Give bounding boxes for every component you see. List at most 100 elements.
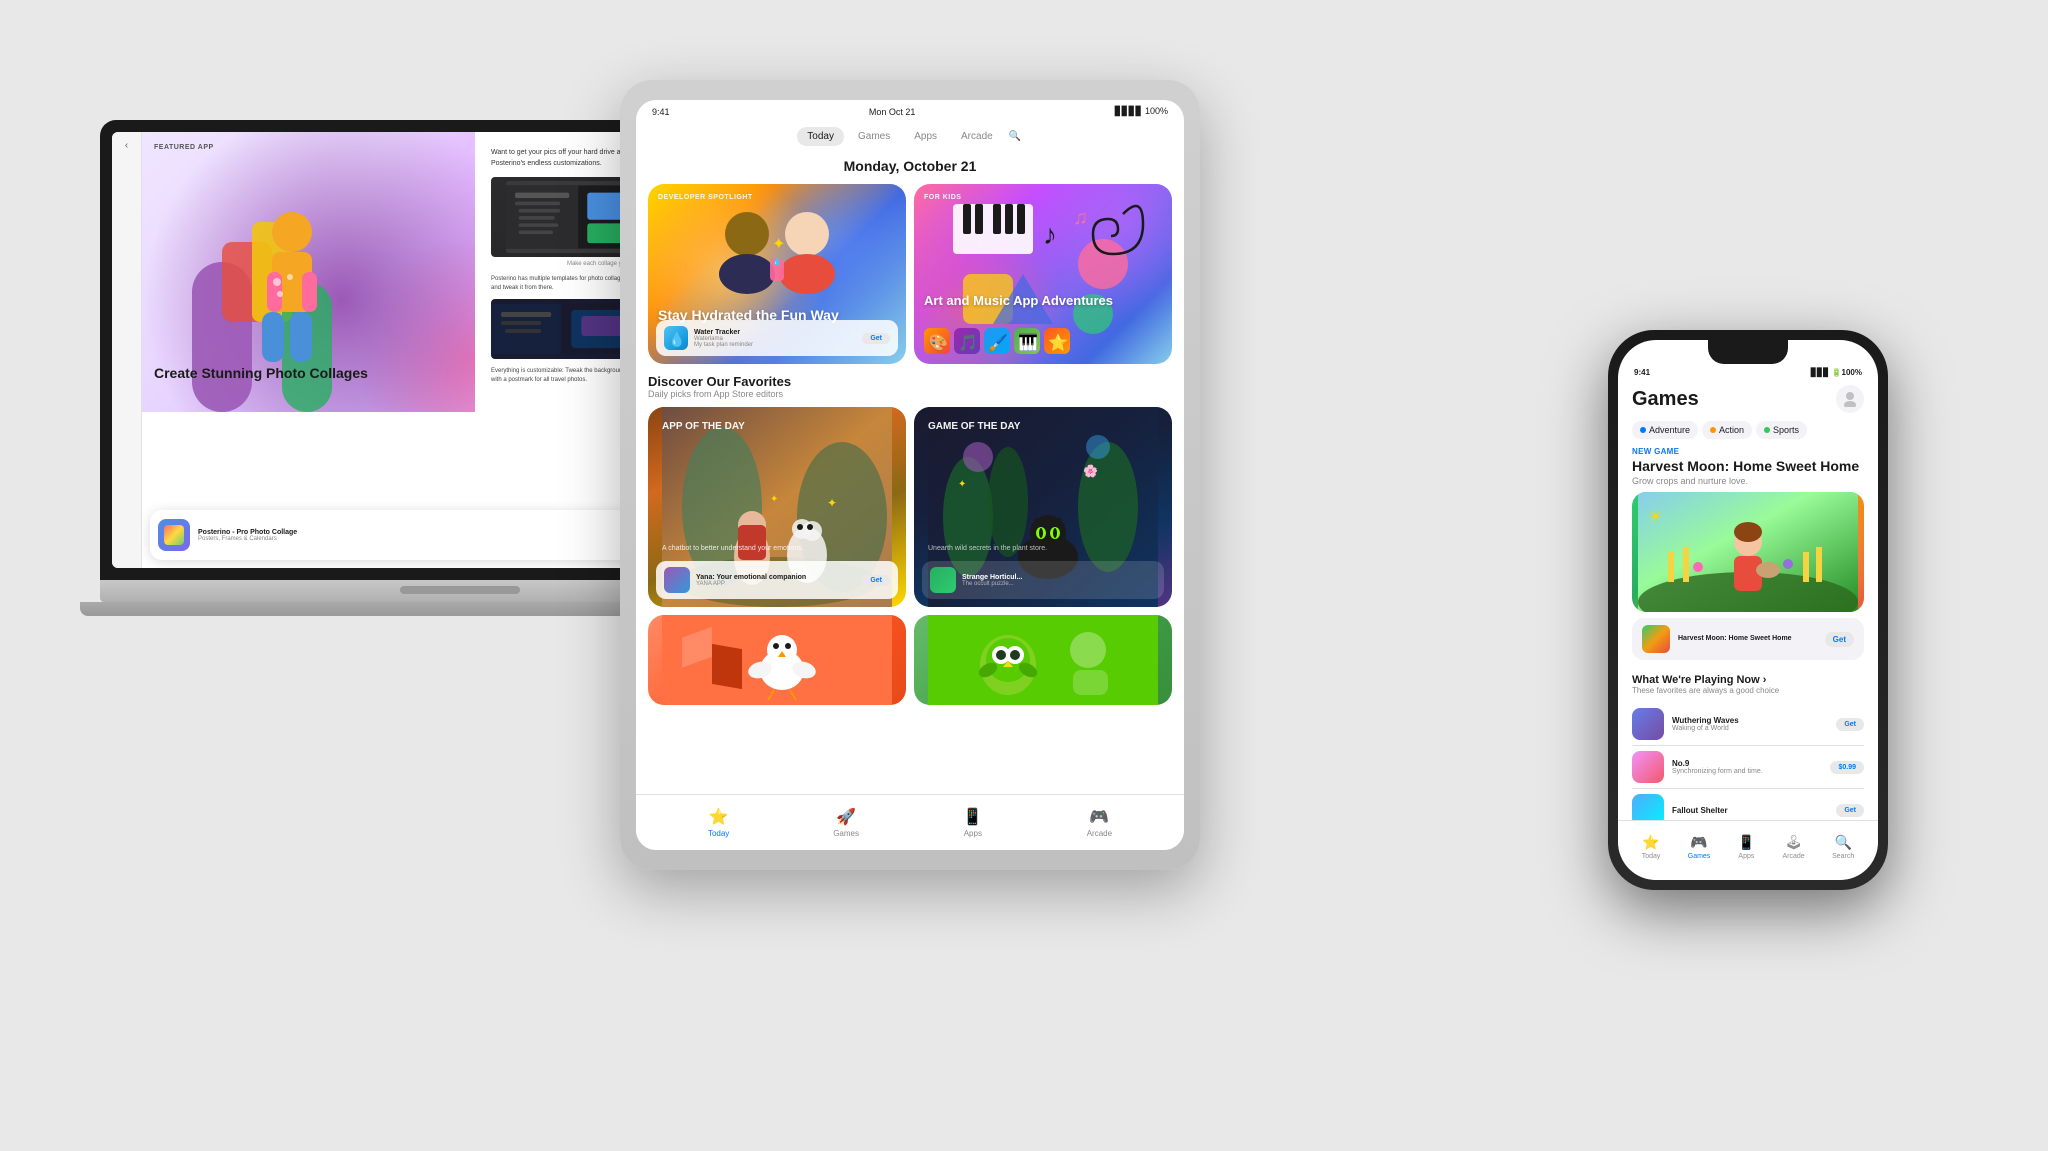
ipad-app-day-info: Yana: Your emotional companion YANA APP xyxy=(696,574,862,587)
ipad-kids-icon-5[interactable]: ⭐ xyxy=(1044,328,1070,354)
ipad-date-header: Monday, October 21 xyxy=(636,154,1184,184)
ipad-bottom-card1-svg xyxy=(648,615,906,705)
iphone-harvest-moon-illustration: ☀ xyxy=(1632,492,1864,612)
ipad-nav-tabs: Today Games Apps Arcade 🔍 xyxy=(636,123,1184,154)
iphone-filter-adventure[interactable]: Adventure xyxy=(1632,421,1698,439)
ipad-app-of-day-card[interactable]: ✦ ✦ APP OF THE DAY A chatbot to better u… xyxy=(648,407,906,607)
iphone-filter-action[interactable]: Action xyxy=(1702,421,1752,439)
svg-text:🖌️: 🖌️ xyxy=(988,333,1008,352)
iphone-bar-apps[interactable]: 📱 Apps xyxy=(1738,834,1755,860)
svg-text:♫: ♫ xyxy=(1073,207,1088,229)
iphone-new-game-label: NEW GAME xyxy=(1618,447,1878,458)
ipad-mini-app-icon: 💧 xyxy=(664,326,688,350)
ipad-tab-apps[interactable]: Apps xyxy=(904,127,947,146)
iphone-bar-games-icon: 🎮 xyxy=(1690,834,1707,851)
iphone-playing-item-2[interactable]: No.9 Synchronizing form and time. $0.99 xyxy=(1632,746,1864,789)
iphone-device: 9:41 ▊▊▊ 🔋100% Games Adventure xyxy=(1608,330,1888,890)
iphone-dot-orange xyxy=(1710,427,1716,433)
ipad-tab-bar-today[interactable]: ⭐ Today xyxy=(708,807,729,838)
iphone-game-info: Harvest Moon: Home Sweet Home xyxy=(1678,634,1825,643)
ipad-app-day-mini-card[interactable]: Yana: Your emotional companion YANA APP … xyxy=(656,561,898,599)
iphone-playing-info-2: No.9 Synchronizing form and time. xyxy=(1672,759,1830,775)
ipad-battery-pct: 100% xyxy=(1145,106,1168,116)
iphone-playing-item-1[interactable]: Wuthering Waves Waking of a World Get xyxy=(1632,703,1864,746)
iphone-filter-action-label: Action xyxy=(1719,425,1744,435)
iphone-playing-info-1: Wuthering Waves Waking of a World xyxy=(1672,716,1836,732)
iphone-dot-green xyxy=(1764,427,1770,433)
ipad-for-kids-badge: FOR KIDS xyxy=(924,194,961,201)
back-arrow-icon[interactable]: ‹ xyxy=(125,140,128,151)
iphone-bar-games[interactable]: 🎮 Games xyxy=(1688,834,1711,860)
iphone-game-icon xyxy=(1642,625,1670,653)
iphone-dot-blue xyxy=(1640,427,1646,433)
iphone-what-playing-title[interactable]: What We're Playing Now › xyxy=(1632,674,1864,686)
ipad-tab-games-icon: 🚀 xyxy=(836,807,856,827)
ipad-tab-today-icon: ⭐ xyxy=(709,807,729,827)
iphone-page-title: Games xyxy=(1632,388,1699,411)
ipad-tab-bar-arcade[interactable]: 🎮 Arcade xyxy=(1087,807,1112,838)
ipad-time: 9:41 xyxy=(652,107,670,117)
iphone-bar-today[interactable]: ⭐ Today xyxy=(1642,834,1661,860)
iphone-playing-sub-1: Waking of a World xyxy=(1672,725,1836,732)
ipad-kids-app-row: 🎨 🎵 🖌️ 🎹 ⭐ xyxy=(924,328,1162,354)
ipad-bottom-card-2[interactable] xyxy=(914,615,1172,705)
iphone-bottom-bar: ⭐ Today 🎮 Games 📱 Apps 🕹 Arcade xyxy=(1618,820,1878,880)
mac-featured-badge: FEATURED APP xyxy=(154,144,214,151)
ipad-discover-subtitle: Daily picks from App Store editors xyxy=(648,389,1172,399)
ipad-tab-arcade-label: Arcade xyxy=(1087,829,1112,838)
iphone-game-banner[interactable]: ☀ xyxy=(1632,492,1864,612)
ipad-kids-icon-4[interactable]: 🎹 xyxy=(1014,328,1040,354)
ipad-bottom-card2-svg xyxy=(914,615,1172,705)
iphone-game-get-card[interactable]: Harvest Moon: Home Sweet Home Get xyxy=(1632,618,1864,660)
iphone-price-btn-3[interactable]: Get xyxy=(1836,804,1864,817)
ipad-game-of-day-card[interactable]: 🌸 ✦ GAME OF THE DAY Unearth wild secrets… xyxy=(914,407,1172,607)
iphone-body: 9:41 ▊▊▊ 🔋100% Games Adventure xyxy=(1608,330,1888,890)
ipad-tab-games[interactable]: Games xyxy=(848,127,900,146)
iphone-game-get-button[interactable]: Get xyxy=(1825,632,1854,647)
ipad-signal-icon: ▊▊▊▊ xyxy=(1115,106,1143,116)
ipad-card-for-kids[interactable]: ♪ ♫ FOR KIDS Art and Music App Adventure… xyxy=(914,184,1172,364)
ipad-game-day-label: GAME OF THE DAY xyxy=(928,421,1020,433)
iphone-playing-info-3: Fallout Shelter xyxy=(1672,806,1836,815)
ipad-card-developer-spotlight[interactable]: ✦ 💧 DEVELOPER SPOTLIGHT Stay Hydrated th… xyxy=(648,184,906,364)
svg-text:🌸: 🌸 xyxy=(1083,464,1098,478)
ipad-search-icon[interactable]: 🔍 xyxy=(1007,129,1023,145)
iphone-avatar-icon[interactable] xyxy=(1836,385,1864,413)
ipad-kids-icon-3[interactable]: 🖌️ xyxy=(984,328,1010,354)
ipad-tab-arcade-icon: 🎮 xyxy=(1089,807,1109,827)
ipad-game-day-info: Strange Horticul... The occult puzzle... xyxy=(962,574,1156,587)
ipad-tab-games-label: Games xyxy=(833,829,859,838)
iphone-time: 9:41 xyxy=(1634,368,1650,377)
ipad-tab-bar-games[interactable]: 🚀 Games xyxy=(833,807,859,838)
svg-text:🎹: 🎹 xyxy=(1018,333,1038,352)
ipad-bottom-card-1[interactable] xyxy=(648,615,906,705)
iphone-price-btn-1[interactable]: Get xyxy=(1836,718,1864,731)
iphone-bar-arcade-icon: 🕹 xyxy=(1785,834,1803,851)
ipad-tab-apps-icon: 📱 xyxy=(963,807,983,827)
ipad-mini-get-button[interactable]: Get xyxy=(862,333,890,344)
ipad-kids-icon-1[interactable]: 🎨 xyxy=(924,328,950,354)
iphone-game-subtitle: Grow crops and nurture love. xyxy=(1618,476,1878,492)
ipad-spotlight-people: ✦ 💧 xyxy=(648,204,906,304)
ipad-app-day-get-btn[interactable]: Get xyxy=(862,575,890,586)
mac-sidebar: ‹ xyxy=(112,132,142,568)
iphone-price-btn-2[interactable]: $0.99 xyxy=(1830,761,1864,774)
iphone-bar-apps-label: Apps xyxy=(1738,853,1754,860)
ipad-mini-app-card[interactable]: 💧 Water Tracker Waterlama My task plan r… xyxy=(656,320,898,356)
svg-text:🎵: 🎵 xyxy=(958,334,978,352)
ipad-kids-icon-2[interactable]: 🎵 xyxy=(954,328,980,354)
iphone-bar-arcade[interactable]: 🕹 Arcade xyxy=(1783,834,1805,860)
ipad-app-day-sub: YANA APP xyxy=(696,581,862,587)
ipad-app-day-label: APP OF THE DAY xyxy=(662,421,745,433)
ipad-game-day-mini-card[interactable]: Strange Horticul... The occult puzzle... xyxy=(922,561,1164,599)
ipad-game-day-desc: Unearth wild secrets in the plant store. xyxy=(928,545,1158,552)
iphone-bar-search[interactable]: 🔍 Search xyxy=(1832,834,1854,860)
ipad-tab-today[interactable]: Today xyxy=(797,127,844,146)
ipad-tab-today-label: Today xyxy=(708,829,729,838)
iphone-filter-sports[interactable]: Sports xyxy=(1756,421,1807,439)
ipad-tab-bar-apps[interactable]: 📱 Apps xyxy=(963,807,983,838)
ipad-tab-arcade[interactable]: Arcade xyxy=(951,127,1003,146)
svg-text:☀: ☀ xyxy=(1648,509,1662,526)
svg-text:💧: 💧 xyxy=(772,256,782,266)
ipad-game-day-icon xyxy=(930,567,956,593)
